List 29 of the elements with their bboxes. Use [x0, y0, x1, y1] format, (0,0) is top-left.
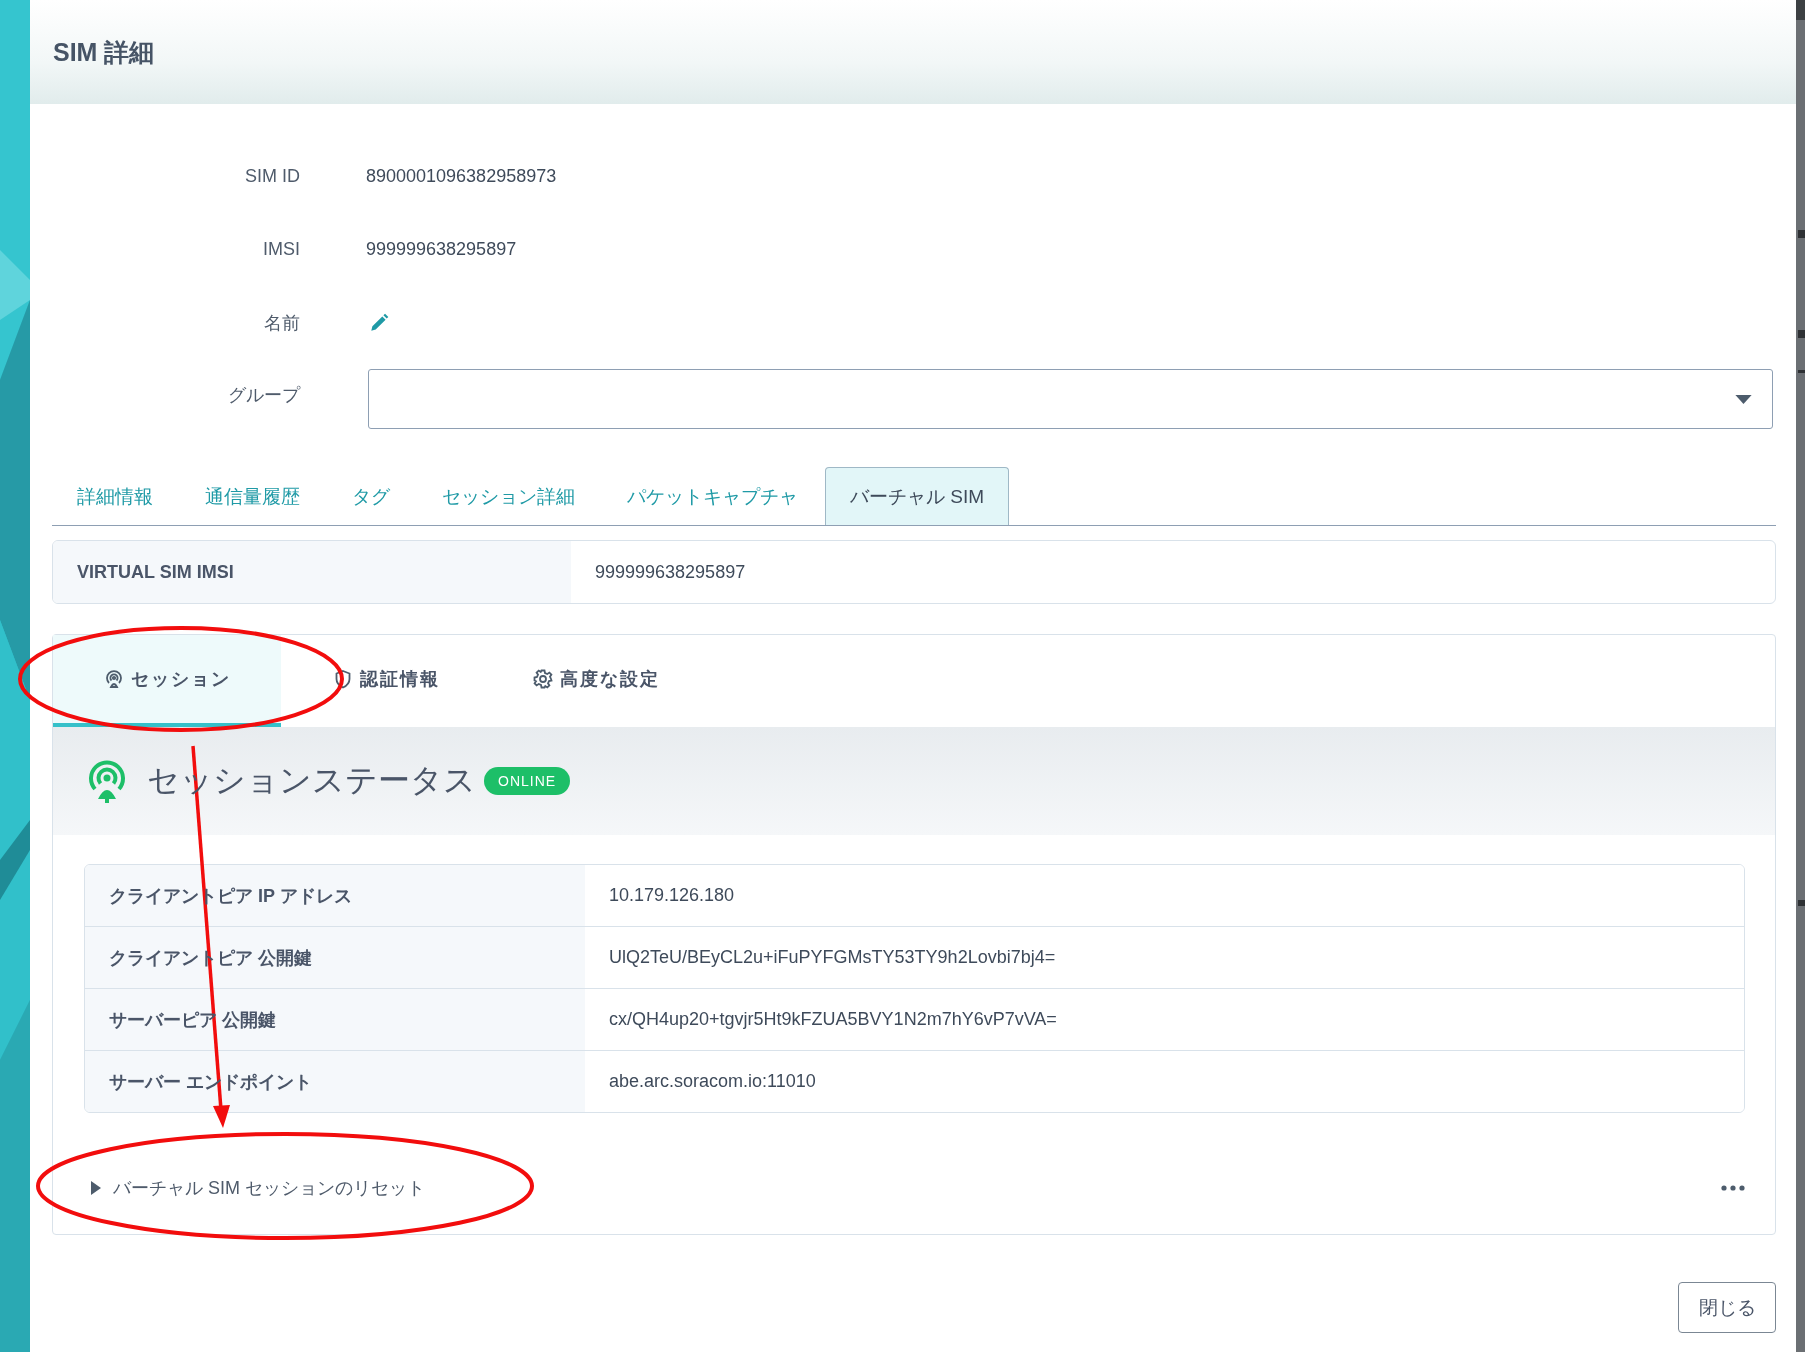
- field-label: IMSI: [262, 239, 300, 260]
- tab[interactable]: 高度な設定: [491, 635, 701, 727]
- field-label: 名前: [263, 311, 300, 335]
- tab[interactable]: セッション: [53, 635, 281, 727]
- group-select[interactable]: [368, 369, 1773, 429]
- field-value: 8900001096382958973: [366, 166, 557, 187]
- field-label: グループ: [227, 384, 300, 407]
- table-cell-text: cx/QH4up20+tgvjr5Ht9kFZUA5BVY1N2m7hY6vP7vVA=: [608, 1008, 1057, 1031]
- tab[interactable]: 詳細情報: [52, 467, 178, 525]
- field-value: 999999638295897: [366, 239, 517, 260]
- signal-person-icon: [87, 759, 127, 803]
- status-badge: ONLINE: [484, 767, 571, 795]
- pencil-icon[interactable]: [368, 311, 390, 334]
- table-cell-text: abe.arc.soracom.io:11010: [608, 1070, 816, 1093]
- table-cell-text: 10.179.126.180: [608, 884, 735, 907]
- reset-toggle[interactable]: バーチャル SIM セッションのリセット: [91, 1176, 425, 1200]
- close-button[interactable]: 閉じる: [1678, 1282, 1776, 1333]
- caret-icon: [1735, 394, 1752, 404]
- row-value: 999999638295897: [594, 560, 746, 584]
- more-icon[interactable]: [1721, 1185, 1745, 1191]
- tab[interactable]: バーチャル SIM: [825, 467, 1010, 525]
- table-cell-text: UlQ2TeU/BEyCL2u+iFuPYFGMsTY53TY9h2Lovbi7bj4=: [608, 946, 1056, 969]
- row-label: VIRTUAL SIM IMSI: [53, 541, 571, 603]
- dialog-title: SIM 詳細: [53, 36, 155, 68]
- caret-icon: [91, 1181, 101, 1195]
- tab[interactable]: 認証情報: [281, 635, 491, 727]
- signal-person-icon: [103, 669, 124, 689]
- field-label: SIM ID: [244, 166, 300, 187]
- gear-icon: [532, 669, 553, 689]
